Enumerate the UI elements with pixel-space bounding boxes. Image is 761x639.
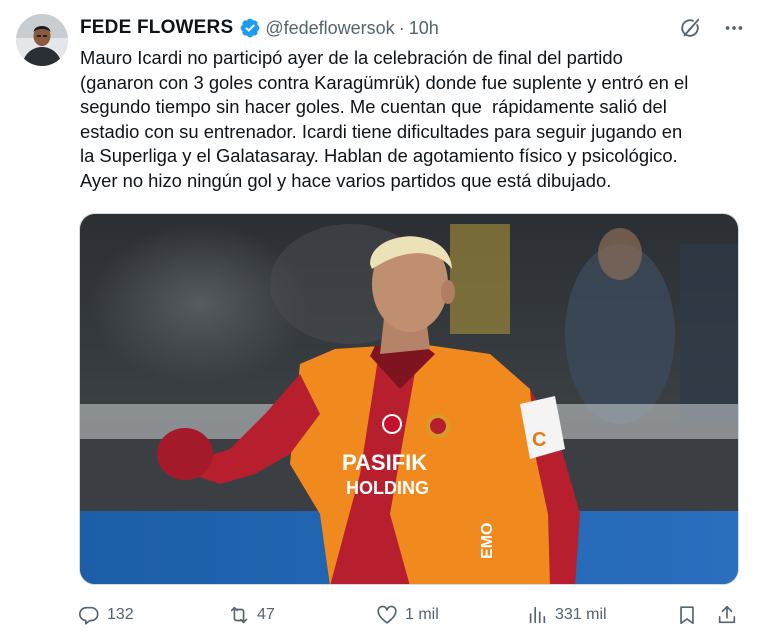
reply-count: 132 — [107, 606, 134, 623]
armband-letter: C — [532, 429, 546, 451]
share-icon — [718, 605, 736, 624]
grok-icon[interactable] — [679, 17, 701, 39]
repost-count: 47 — [257, 606, 275, 623]
share-button[interactable] — [716, 600, 738, 630]
tweet[interactable]: FEDE FLOWERS @fedeflowersok · 10h Mauro … — [0, 0, 761, 639]
bookmark-icon — [680, 606, 694, 625]
repost-icon — [230, 606, 248, 624]
reply-button[interactable]: 132 — [78, 600, 134, 630]
avatar[interactable] — [16, 14, 68, 66]
player-photo: PASIFIK HOLDING EMO C — [80, 214, 738, 584]
action-bar: 132 47 1 mil 331 mil — [78, 600, 748, 630]
jersey-sleeve-text: EMO — [479, 523, 496, 559]
header-actions — [679, 17, 745, 39]
avatar-image — [16, 14, 68, 66]
jersey-sponsor-line1: PASIFIK — [342, 450, 427, 475]
repost-button[interactable]: 47 — [228, 600, 275, 630]
verified-badge-icon — [239, 17, 261, 39]
tweet-photo[interactable]: PASIFIK HOLDING EMO C — [79, 213, 739, 585]
like-button[interactable]: 1 mil — [376, 600, 439, 630]
more-icon[interactable] — [723, 17, 745, 39]
views-button[interactable]: 331 mil — [526, 600, 607, 630]
views-icon — [529, 606, 546, 624]
like-count: 1 mil — [405, 606, 439, 623]
author-handle[interactable]: @fedeflowersok — [265, 18, 394, 39]
separator-dot: · — [398, 17, 405, 38]
views-count: 331 mil — [555, 606, 607, 623]
author-name[interactable]: FEDE FLOWERS — [80, 17, 233, 39]
tweet-timestamp[interactable]: 10h — [409, 18, 439, 39]
bookmark-button[interactable] — [676, 600, 698, 630]
tweet-text: Mauro Icardi no participó ayer de la cel… — [80, 47, 689, 191]
tweet-header: FEDE FLOWERS @fedeflowersok · 10h — [80, 14, 745, 42]
like-icon — [377, 605, 397, 624]
reply-icon — [79, 606, 99, 625]
jersey-sponsor-line2: HOLDING — [346, 478, 429, 498]
